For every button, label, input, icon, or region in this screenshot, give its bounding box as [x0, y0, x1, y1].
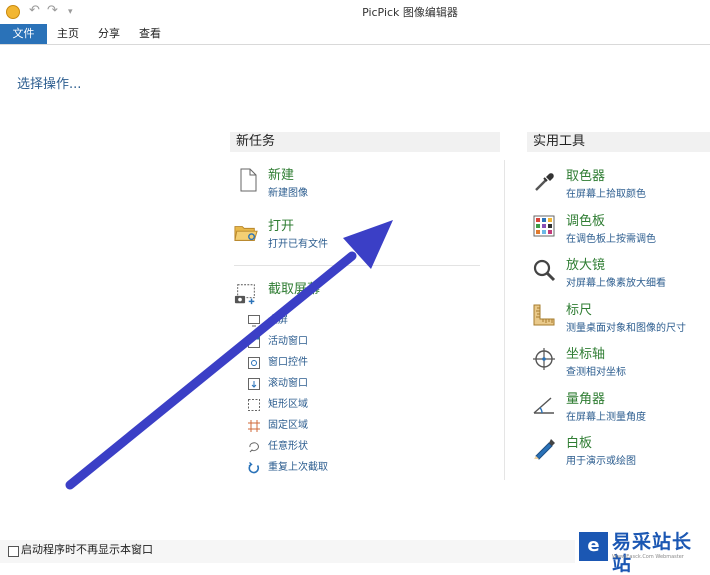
tool-palette[interactable]: 调色板 在调色板上按需调色	[532, 214, 710, 250]
new-file-icon	[240, 168, 257, 192]
capture-freehand-shape-label: 任意形状	[268, 441, 308, 452]
menu-bar: 文件 主页 分享 查看	[0, 24, 710, 44]
crosshair-icon	[533, 348, 555, 370]
capture-scrolling-window-label: 滚动窗口	[268, 378, 308, 389]
new-image-item[interactable]: 新建 新建图像	[234, 168, 474, 204]
section-divider	[504, 160, 505, 480]
scrolling-window-icon	[248, 378, 260, 390]
dont-show-checkbox[interactable]	[8, 546, 19, 557]
open-title: 打开	[268, 219, 295, 234]
fullscreen-icon	[248, 315, 260, 327]
capture-fullscreen-label: 全屏	[268, 315, 288, 326]
new-subtitle: 新建图像	[268, 188, 308, 199]
watermark-url: Www.Easck.Com Webmaster	[612, 554, 684, 560]
open-subtitle: 打开已有文件	[268, 239, 328, 250]
watermark-logo: e	[579, 532, 608, 561]
active-window-icon	[248, 336, 260, 348]
menu-share[interactable]: 分享	[88, 24, 130, 44]
open-file-item[interactable]: 打开 打开已有文件	[234, 219, 474, 255]
protractor-icon	[533, 397, 554, 414]
capture-fixed-region-label: 固定区域	[268, 420, 308, 431]
capture-repeat-last-label: 重复上次截取	[268, 462, 328, 473]
watermark-logo-letter: e	[587, 535, 600, 556]
select-action-hint: 选择操作...	[17, 77, 82, 92]
dont-show-label[interactable]: 启动程序时不再显示本窗口	[21, 543, 153, 557]
capture-window-control-label: 窗口控件	[268, 357, 308, 368]
tool-ruler-subtitle: 测量桌面对象和图像的尺寸	[566, 323, 686, 334]
new-task-divider	[234, 265, 480, 266]
tool-whiteboard-subtitle: 用于演示或绘图	[566, 456, 636, 467]
screen-capture-item[interactable]: 截取屏幕	[234, 282, 474, 306]
tool-color-picker-subtitle: 在屏幕上拾取颜色	[566, 189, 646, 200]
freehand-shape-icon	[249, 442, 259, 453]
tool-ruler[interactable]: 标尺 测量桌面对象和图像的尺寸	[532, 303, 710, 339]
fixed-region-icon	[248, 420, 260, 432]
tools-heading: 实用工具	[527, 132, 710, 152]
repeat-capture-icon	[248, 462, 260, 474]
tool-color-picker[interactable]: 取色器 在屏幕上拾取颜色	[532, 169, 710, 205]
tool-palette-subtitle: 在调色板上按需调色	[566, 234, 656, 245]
capture-rectangle-region-label: 矩形区域	[268, 399, 308, 410]
tool-ruler-title: 标尺	[566, 303, 593, 318]
open-folder-icon	[234, 226, 258, 241]
tool-crosshair-title: 坐标轴	[566, 347, 606, 362]
magnifier-icon	[533, 259, 556, 282]
tool-magnifier[interactable]: 放大镜 对屏幕上像素放大细看	[532, 258, 710, 294]
tool-color-picker-title: 取色器	[566, 169, 606, 184]
capture-active-window-label: 活动窗口	[268, 336, 308, 347]
menu-file[interactable]: 文件	[0, 24, 47, 44]
tool-whiteboard[interactable]: 白板 用于演示或绘图	[532, 436, 710, 472]
watermark-name: 易采站长站	[612, 531, 693, 575]
new-task-heading: 新任务	[230, 132, 500, 152]
new-title: 新建	[268, 168, 295, 183]
tool-protractor[interactable]: 量角器 在屏幕上测量角度	[532, 392, 710, 428]
rectangle-region-icon	[248, 399, 260, 411]
tool-magnifier-title: 放大镜	[566, 258, 606, 273]
window-title: PicPick 图像编辑器	[362, 6, 458, 19]
tool-magnifier-subtitle: 对屏幕上像素放大细看	[566, 278, 666, 289]
whiteboard-pen-icon	[534, 439, 555, 460]
title-bar: ↶ ↷ ▾ PicPick 图像编辑器	[0, 0, 710, 24]
tool-protractor-title: 量角器	[566, 392, 606, 407]
capture-title: 截取屏幕	[268, 282, 321, 297]
palette-icon	[533, 215, 555, 237]
menu-divider	[0, 44, 710, 45]
ruler-icon	[533, 304, 555, 326]
window-control-icon	[248, 357, 260, 369]
watermark: e 易采站长站 Www.Easck.Com Webmaster	[575, 530, 710, 575]
menu-home[interactable]: 主页	[47, 24, 89, 44]
eyedropper-icon	[535, 173, 554, 191]
tool-crosshair[interactable]: 坐标轴 查测相对坐标	[532, 347, 710, 383]
tool-palette-title: 调色板	[566, 214, 606, 229]
menu-view[interactable]: 查看	[129, 24, 171, 44]
tool-protractor-subtitle: 在屏幕上测量角度	[566, 412, 646, 423]
screen-capture-icon	[234, 284, 255, 305]
tool-crosshair-subtitle: 查测相对坐标	[566, 367, 626, 378]
tool-whiteboard-title: 白板	[566, 436, 593, 451]
